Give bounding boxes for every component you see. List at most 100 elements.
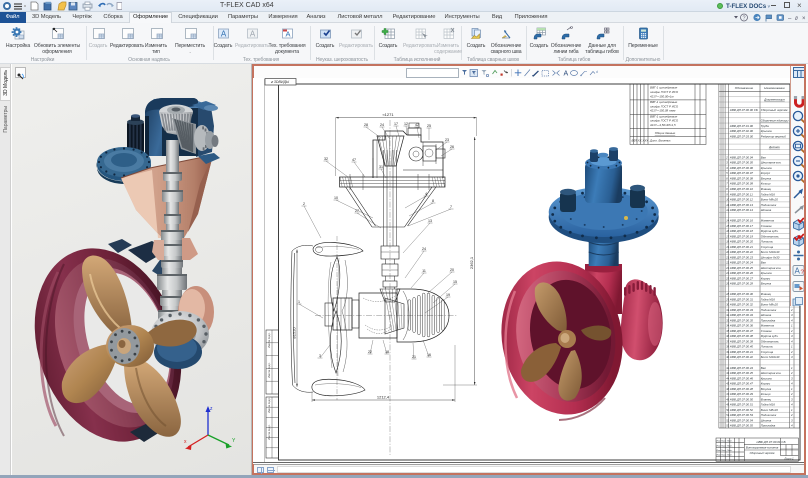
svg-text:Гайка М16: Гайка М16: [761, 192, 775, 196]
svg-text:⌀ 3DВИДЫ: ⌀ 3DВИДЫ: [271, 80, 290, 84]
svg-text:21: 21: [725, 255, 729, 259]
svg-text:47: 47: [352, 158, 356, 162]
svg-text:≈1271: ≈1271: [382, 112, 394, 117]
svg-text:x: x: [184, 439, 187, 445]
svg-text:Болт М10х40: Болт М10х40: [761, 250, 780, 254]
svg-text:24: 24: [725, 271, 729, 275]
svg-text:Корпус: Корпус: [761, 382, 771, 386]
svg-text:7: 7: [726, 182, 728, 186]
svg-text:НВФ.ДП.07.00.54: НВФ.ДП.07.00.54: [730, 418, 754, 422]
svg-text:3: 3: [791, 313, 793, 317]
svg-text:Шестерня кон.: Шестерня кон.: [761, 371, 782, 375]
svg-text:Лист 1: Лист 1: [783, 457, 794, 461]
svg-text:42: 42: [415, 123, 419, 127]
svg-text:шкифы ГОСТ Р ИСО: шкифы ГОСТ Р ИСО: [650, 119, 679, 123]
svg-text:НВФ.ДП.07.03.00: НВФ.ДП.07.03.00: [730, 134, 754, 138]
svg-text:НВФ.ДП.07.00.32: НВФ.ДП.07.00.32: [730, 303, 754, 307]
svg-text:НВФ.ДП.07.00.12: НВФ.ДП.07.00.12: [730, 198, 754, 202]
svg-text:24: 24: [422, 247, 426, 251]
svg-text:Шпонка: Шпонка: [761, 208, 772, 212]
svg-text:3: 3: [791, 355, 793, 359]
svg-text:15: 15: [453, 280, 457, 284]
svg-text:Манжета: Манжета: [761, 219, 775, 223]
svg-text:ᵈ: ᵈ: [596, 70, 598, 76]
svg-text:20: 20: [725, 250, 729, 254]
svg-text:Винт М8х20: Винт М8х20: [761, 303, 778, 307]
svg-text:23: 23: [445, 138, 449, 142]
svg-text:Шпонка: Шпонка: [761, 418, 772, 422]
svg-text:НВФ.ДП.07.00.31: НВФ.ДП.07.00.31: [730, 297, 754, 301]
svg-text:НВФ.ДП.07.00.04: НВФ.ДП.07.00.04: [730, 156, 754, 160]
svg-text:3: 3: [791, 334, 793, 338]
svg-text:22: 22: [368, 350, 372, 354]
svg-text:1: 1: [791, 366, 793, 370]
svg-text:НВФ.ДП.07.00.47: НВФ.ДП.07.00.47: [730, 382, 754, 386]
svg-text:Втулка: Втулка: [761, 282, 772, 286]
svg-text:Винт М8х20: Винт М8х20: [761, 198, 778, 202]
svg-text:Шестерня кон.: Шестерня кон.: [761, 266, 782, 270]
svg-text:НВФ.ДП.07.00.34: НВФ.ДП.07.00.34: [730, 313, 754, 317]
svg-text:?: ?: [742, 16, 745, 22]
svg-text:Сборочный чертёж: Сборочный чертёж: [761, 108, 789, 112]
svg-text:НВФ.ДП.07.02.00: НВФ.ДП.07.02.00: [730, 129, 754, 133]
svg-text:Штифт 8х30: Штифт 8х30: [761, 255, 780, 259]
svg-text:A: A: [249, 30, 255, 39]
svg-text:A: A: [564, 71, 569, 78]
svg-text:Сборочный чертёж: Сборочный чертёж: [750, 451, 775, 455]
svg-text:21: 21: [412, 355, 416, 359]
svg-text:4: 4: [726, 166, 728, 170]
svg-text:Инв.№ подл.: Инв.№ подл.: [267, 424, 271, 440]
svg-text:НВФ.ДП.07.00.39: НВФ.ДП.07.00.39: [730, 340, 754, 344]
svg-text:2: 2: [790, 329, 793, 333]
svg-text:Муфта зубч.: Муфта зубч.: [761, 334, 779, 338]
svg-text:НВФ.ДП.07.00.55: НВФ.ДП.07.00.55: [730, 424, 754, 428]
svg-text:1: 1: [298, 300, 300, 304]
svg-text:Крышка: Крышка: [761, 376, 772, 380]
svg-text:Корпус: Корпус: [761, 276, 771, 280]
svg-text:1: 1: [791, 408, 793, 412]
svg-text:20: 20: [450, 268, 454, 272]
svg-text:?: ?: [801, 270, 805, 276]
svg-text:∂: ∂: [795, 16, 798, 22]
svg-text:13: 13: [428, 219, 432, 223]
svg-text:1: 1: [791, 345, 793, 349]
svg-text:4: 4: [425, 192, 427, 196]
svg-text:4: 4: [791, 382, 793, 386]
svg-text:Фланец: Фланец: [761, 397, 772, 401]
svg-text:НВФ.ДП.07.00.17: НВФ.ДП.07.00.17: [730, 224, 754, 228]
svg-text:НВФ.ДП.07.00.07: НВФ.ДП.07.00.07: [730, 171, 754, 175]
svg-text:29: 29: [725, 297, 729, 301]
svg-text:НВФ.ДП.07.00.18: НВФ.ДП.07.00.18: [730, 229, 754, 233]
svg-text:22: 22: [725, 261, 729, 265]
svg-text:НВФ.ДП.07.00.06: НВФ.ДП.07.00.06: [730, 166, 754, 170]
svg-text:19: 19: [446, 293, 450, 297]
svg-text:Общие данные: Общие данные: [655, 131, 676, 135]
svg-text:НВФ.ДП.07.00.37: НВФ.ДП.07.00.37: [730, 329, 754, 333]
svg-text:2: 2: [725, 156, 728, 160]
svg-text:Наименование: Наименование: [764, 86, 785, 90]
svg-text:Ступица: Ступица: [761, 350, 774, 354]
svg-text:Сборочные единицы: Сборочные единицы: [761, 119, 790, 123]
svg-text:Обтекатель: Обтекатель: [761, 234, 779, 238]
svg-text:2: 2: [790, 392, 793, 396]
svg-text:ВФТ-1 цилиндровые: ВФТ-1 цилиндровые: [650, 86, 678, 90]
svg-text:Втулка: Втулка: [761, 387, 772, 391]
svg-text:НВФ.ДП.07.00.08: НВФ.ДП.07.00.08: [730, 177, 754, 181]
svg-text:32: 32: [324, 157, 328, 161]
svg-text:12: 12: [404, 122, 408, 126]
svg-text:НВФ.ДП.07.00.50: НВФ.ДП.07.00.50: [730, 397, 754, 401]
svg-text:Ступица: Ступица: [761, 245, 774, 249]
svg-text:НВФ.ДП.07.00.05: НВФ.ДП.07.00.05: [730, 161, 754, 165]
svg-text:A: A: [285, 30, 290, 39]
svg-text:Манжета: Манжета: [761, 324, 775, 328]
svg-text:4217—4,50×48×1,5: 4217—4,50×48×1,5: [650, 123, 676, 127]
svg-text:НВФ.ДП.07.00.53: НВФ.ДП.07.00.53: [730, 413, 754, 417]
svg-text:Винт М8х20: Винт М8х20: [761, 408, 778, 412]
svg-text:17: 17: [394, 122, 398, 126]
svg-text:НВФ.ДП.07.00.09: НВФ.ДП.07.00.09: [730, 182, 754, 186]
svg-text:2: 2: [790, 308, 793, 312]
svg-text:Стакан: Стакан: [761, 329, 772, 333]
svg-text:Подшипник: Подшипник: [761, 413, 777, 417]
svg-text:Изм Лист Подп.: Изм Лист Подп.: [717, 440, 733, 443]
svg-text:Винторулевая колонка: Винторулевая колонка: [746, 446, 779, 450]
